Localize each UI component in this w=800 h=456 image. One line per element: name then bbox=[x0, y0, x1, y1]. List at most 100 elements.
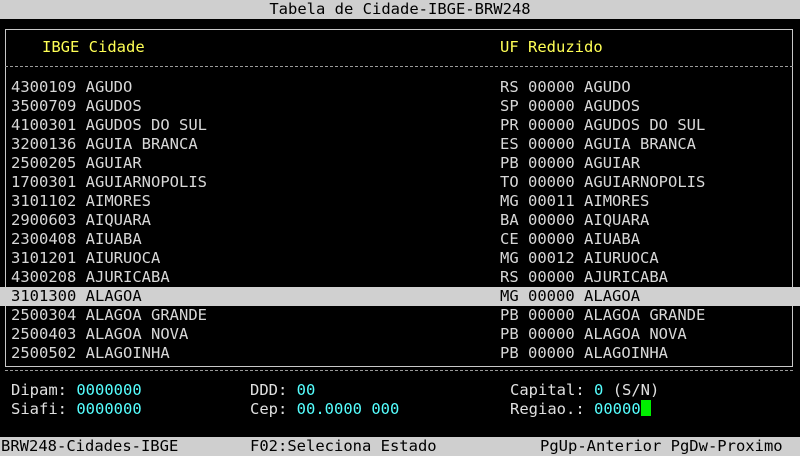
dipam-value[interactable]: 0000000 bbox=[76, 381, 141, 399]
capital-field[interactable]: Capital: 0 (S/N) bbox=[510, 381, 659, 400]
capital-value[interactable]: 0 bbox=[594, 381, 603, 399]
row-city-name: AGUIARNOPOLIS bbox=[85, 173, 207, 191]
row-reduzido-name: AIUABA bbox=[584, 230, 641, 248]
table-row[interactable]: 2900603 AIQUARA BA 00000 AIQUARA bbox=[0, 211, 800, 230]
window-title: Tabela de Cidade-IBGE-BRW248 bbox=[0, 0, 800, 19]
ddd-value[interactable]: 00 bbox=[297, 381, 316, 399]
text-cursor bbox=[640, 400, 651, 416]
table-row[interactable]: 3101201 AIURUOCA MG 00012 AIURUOCA bbox=[0, 249, 800, 268]
row-ibge-code: 3500709 bbox=[11, 97, 77, 115]
table-row[interactable]: 2500502 ALAGOINHA PB 00000 ALAGOINHA bbox=[0, 344, 800, 363]
header-separator bbox=[5, 66, 793, 67]
row-uf-reduzido: ES 00000 AGUIA BRANCA bbox=[500, 135, 696, 154]
ddd-field[interactable]: DDD: 00 bbox=[250, 381, 315, 400]
row-reduzido-code: 00000 bbox=[528, 325, 575, 343]
row-reduzido-name: AGUDOS DO SUL bbox=[584, 116, 706, 134]
row-reduzido-code: 00000 bbox=[528, 344, 575, 362]
column-header-uf-reduzido: UF Reduzido bbox=[500, 38, 603, 56]
table-row[interactable]: 1700301 AGUIARNOPOLIS TO 00000 AGUIARNOPO… bbox=[0, 173, 800, 192]
row-ibge-cidade: 3101201 AIURUOCA bbox=[11, 249, 160, 268]
siafi-value[interactable]: 0000000 bbox=[76, 400, 141, 418]
siafi-label: Siafi: bbox=[11, 400, 67, 418]
row-uf-reduzido: PB 00000 ALAGOA NOVA bbox=[500, 325, 687, 344]
status-paging-keys[interactable]: PgUp-Anterior PgDw-Proximo bbox=[540, 437, 783, 456]
row-uf-reduzido: RS 00000 AGUDO bbox=[500, 78, 631, 97]
row-ibge-code: 2300408 bbox=[11, 230, 77, 248]
row-ibge-cidade: 2500304 ALAGOA GRANDE bbox=[11, 306, 207, 325]
row-ibge-code: 1700301 bbox=[11, 173, 77, 191]
capital-hint: (S/N) bbox=[612, 381, 660, 399]
table-row[interactable]: 2500205 AGUIAR PB 00000 AGUIAR bbox=[0, 154, 800, 173]
row-city-name: AJURICABA bbox=[85, 268, 170, 286]
row-ibge-code: 2900603 bbox=[11, 211, 77, 229]
row-city-name: AGUIA BRANCA bbox=[85, 135, 198, 153]
table-row[interactable]: 2500304 ALAGOA GRANDE PB 00000 ALAGOA GRA… bbox=[0, 306, 800, 325]
table-row[interactable]: 2500403 ALAGOA NOVA PB 00000 ALAGOA NOVA bbox=[0, 325, 800, 344]
status-program: BRW248-Cidades-IBGE bbox=[1, 437, 179, 455]
siafi-field[interactable]: Siafi: 0000000 bbox=[11, 400, 142, 419]
dipam-field[interactable]: Dipam: 0000000 bbox=[11, 381, 142, 400]
fields-separator bbox=[5, 370, 793, 371]
row-ibge-cidade: 3101300 ALAGOA bbox=[11, 287, 142, 306]
regiao-label: Regiao.: bbox=[510, 400, 585, 418]
ddd-label: DDD: bbox=[250, 381, 288, 399]
table-row-selected[interactable]: 3101300 ALAGOA MG 00000 ALAGOA bbox=[0, 287, 800, 306]
cep-value[interactable]: 00.0000 000 bbox=[297, 400, 400, 418]
row-uf: MG bbox=[500, 249, 519, 267]
row-reduzido-name: ALAGOINHA bbox=[584, 344, 669, 362]
row-uf-reduzido: MG 00011 AIMORES bbox=[500, 192, 649, 211]
row-reduzido-code: 00000 bbox=[528, 154, 575, 172]
status-f02-key[interactable]: F02:Seleciona Estado bbox=[250, 437, 437, 456]
row-uf-reduzido: PB 00000 ALAGOINHA bbox=[500, 344, 668, 363]
row-ibge-code: 2500304 bbox=[11, 306, 77, 324]
row-uf-reduzido: BA 00000 AIQUARA bbox=[500, 211, 649, 230]
table-row[interactable]: 3101102 AIMORES MG 00011 AIMORES bbox=[0, 192, 800, 211]
row-city-name: AGUDOS bbox=[85, 97, 142, 115]
row-uf: PB bbox=[500, 325, 519, 343]
table-row[interactable]: 4100301 AGUDOS DO SUL PR 00000 AGUDOS DO … bbox=[0, 116, 800, 135]
row-ibge-cidade: 1700301 AGUIARNOPOLIS bbox=[11, 173, 207, 192]
row-reduzido-code: 00000 bbox=[528, 116, 575, 134]
row-uf-reduzido: CE 00000 AIUABA bbox=[500, 230, 640, 249]
row-uf-reduzido: MG 00012 AIURUOCA bbox=[500, 249, 659, 268]
row-reduzido-code: 00000 bbox=[528, 211, 575, 229]
table-row[interactable]: 3200136 AGUIA BRANCA ES 00000 AGUIA BRANC… bbox=[0, 135, 800, 154]
table-row[interactable]: 3500709 AGUDOS SP 00000 AGUDOS bbox=[0, 97, 800, 116]
row-reduzido-code: 00000 bbox=[528, 97, 575, 115]
row-uf-reduzido: PB 00000 ALAGOA GRANDE bbox=[500, 306, 705, 325]
row-ibge-cidade: 4300109 AGUDO bbox=[11, 78, 132, 97]
row-uf: MG bbox=[500, 287, 519, 305]
row-ibge-code: 3101201 bbox=[11, 249, 77, 267]
row-city-name: ALAGOINHA bbox=[85, 344, 170, 362]
cep-field[interactable]: Cep: 00.0000 000 bbox=[250, 400, 399, 419]
table-row[interactable]: 4300208 AJURICABA RS 00000 AJURICABA bbox=[0, 268, 800, 287]
row-ibge-code: 2500205 bbox=[11, 154, 77, 172]
regiao-field[interactable]: Regiao.: 00000 bbox=[510, 400, 651, 419]
row-reduzido-code: 00000 bbox=[528, 287, 575, 305]
row-city-name: AGUIAR bbox=[85, 154, 142, 172]
city-list: 4300109 AGUDO RS 00000 AGUDO 3500709 AGUDO… bbox=[0, 78, 800, 363]
row-uf: PB bbox=[500, 306, 519, 324]
row-reduzido-code: 00000 bbox=[528, 268, 575, 286]
dipam-label: Dipam: bbox=[11, 381, 67, 399]
table-row[interactable]: 2300408 AIUABA CE 00000 AIUABA bbox=[0, 230, 800, 249]
row-uf: RS bbox=[500, 78, 519, 96]
row-city-name: AIQUARA bbox=[85, 211, 151, 229]
row-ibge-code: 3200136 bbox=[11, 135, 77, 153]
row-ibge-code: 4300208 bbox=[11, 268, 77, 286]
row-reduzido-code: 00011 bbox=[528, 192, 575, 210]
row-city-name: ALAGOA NOVA bbox=[85, 325, 189, 343]
row-reduzido-name: AJURICABA bbox=[584, 268, 669, 286]
row-reduzido-name: AGUDOS bbox=[584, 97, 641, 115]
row-uf: ES bbox=[500, 135, 519, 153]
regiao-value[interactable]: 00000 bbox=[594, 400, 641, 418]
table-row[interactable]: 4300109 AGUDO RS 00000 AGUDO bbox=[0, 78, 800, 97]
row-ibge-cidade: 4100301 AGUDOS DO SUL bbox=[11, 116, 207, 135]
row-reduzido-name: ALAGOA GRANDE bbox=[584, 306, 706, 324]
row-uf-reduzido: TO 00000 AGUIARNOPOLIS bbox=[500, 173, 705, 192]
row-uf-reduzido: PB 00000 AGUIAR bbox=[500, 154, 640, 173]
row-uf: BA bbox=[500, 211, 519, 229]
row-ibge-code: 4100301 bbox=[11, 116, 77, 134]
row-city-name: ALAGOA GRANDE bbox=[85, 306, 207, 324]
row-reduzido-name: ALAGOA bbox=[584, 287, 641, 305]
